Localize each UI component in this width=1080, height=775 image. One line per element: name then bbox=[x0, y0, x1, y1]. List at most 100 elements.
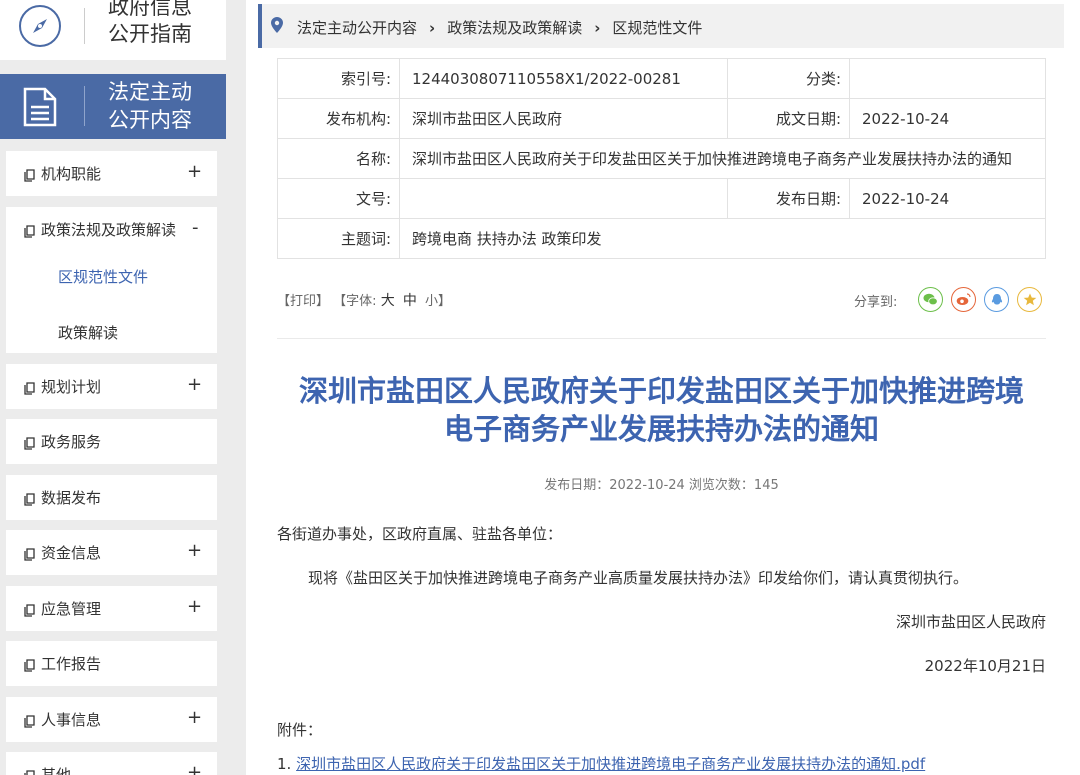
index-label: 索引号: bbox=[277, 58, 400, 99]
page-icon bbox=[24, 380, 36, 399]
compass-icon bbox=[19, 5, 61, 47]
article-paragraph: 现将《盐田区关于加快推进跨境电子商务产业高质量发展扶持办法》印发给你们，请认真贯… bbox=[308, 569, 969, 587]
publisher-value: 深圳市盐田区人民政府 bbox=[399, 98, 728, 139]
page-icon bbox=[24, 657, 36, 676]
page-icon bbox=[24, 546, 36, 565]
breadcrumb-separator: › bbox=[594, 19, 601, 37]
expand-toggle[interactable]: + bbox=[187, 762, 202, 775]
sidebar-item-gov-services[interactable]: 政务服务 bbox=[6, 419, 217, 464]
name-label: 名称: bbox=[277, 138, 400, 179]
divider bbox=[277, 338, 1046, 339]
expand-toggle[interactable]: + bbox=[187, 540, 202, 561]
sidebar-item-label: 资金信息 bbox=[41, 544, 102, 562]
name-value: 深圳市盐田区人民政府关于印发盐田区关于加快推进跨境电子商务产业发展扶持办法的通知 bbox=[399, 138, 1046, 179]
sidebar-item-label: 其他 bbox=[41, 766, 72, 775]
location-pin-icon bbox=[271, 17, 283, 37]
sidebar-subitem-normative-docs[interactable]: 区规范性文件 bbox=[58, 266, 148, 287]
breadcrumb-item-normative[interactable]: 区规范性文件 bbox=[612, 19, 702, 37]
page-icon bbox=[24, 768, 36, 775]
share-label: 分享到: bbox=[854, 295, 898, 310]
attachment-item: 1. 深圳市盐田区人民政府关于印发盐田区关于加快推进跨境电子商务产业发展扶持办法… bbox=[277, 753, 925, 774]
font-size-label: 【字体: bbox=[333, 294, 377, 309]
attachment-link[interactable]: 深圳市盐田区人民政府关于印发盐田区关于加快推进跨境电子商务产业发展扶持办法的通知… bbox=[296, 755, 925, 773]
qq-icon[interactable] bbox=[984, 287, 1009, 312]
page-icon bbox=[24, 491, 36, 510]
sidebar-item-label: 应急管理 bbox=[41, 600, 102, 618]
font-medium-button[interactable]: 中 bbox=[403, 293, 417, 309]
sidebar-item-emergency[interactable]: 应急管理 + bbox=[6, 586, 217, 631]
expand-toggle[interactable]: + bbox=[187, 596, 202, 617]
sidebar-item-funds[interactable]: 资金信息 + bbox=[6, 530, 217, 575]
sidebar-item-label: 政策法规及政策解读 bbox=[41, 221, 177, 239]
sidebar-item-label: 政务服务 bbox=[41, 433, 102, 451]
sidebar-item-work-report[interactable]: 工作报告 bbox=[6, 641, 217, 686]
document-icon bbox=[21, 87, 59, 131]
sidebar: 政府信息 公开指南 法定主动 公开内容 机构职能 + 政策法规及政策解读 - 区… bbox=[0, 0, 226, 775]
category-label: 分类: bbox=[727, 58, 850, 99]
publish-date-value: 2022-10-24 bbox=[849, 178, 1046, 219]
active-divider bbox=[84, 86, 85, 126]
article-publish-info: 发布日期：2022-10-24 浏览次数：145 bbox=[544, 478, 779, 493]
font-large-button[interactable]: 大 bbox=[381, 293, 395, 309]
breadcrumb-separator: › bbox=[429, 19, 436, 37]
sidebar-item-label: 规划计划 bbox=[41, 378, 102, 396]
article-title-line1: 深圳市盐田区人民政府关于印发盐田区关于加快推进跨境 bbox=[298, 374, 1024, 408]
guide-divider bbox=[84, 8, 85, 44]
sidebar-item-label: 机构职能 bbox=[41, 165, 102, 183]
article-title-line2: 电子商务产业发展扶持办法的通知 bbox=[443, 412, 879, 446]
doc-number-label: 文号: bbox=[277, 178, 400, 219]
collapse-toggle[interactable]: - bbox=[192, 217, 199, 238]
page-icon bbox=[24, 167, 36, 186]
attachment-index: 1. bbox=[277, 755, 292, 773]
statutory-content-link[interactable]: 法定主动 公开内容 bbox=[0, 74, 226, 139]
active-title: 法定主动 公开内容 bbox=[108, 78, 192, 134]
sidebar-item-policy: 政策法规及政策解读 - 区规范性文件 政策解读 bbox=[6, 207, 217, 353]
guide-title-line2: 公开指南 bbox=[108, 22, 192, 46]
index-value: 1244030807110558X1/2022-00281 bbox=[399, 58, 728, 99]
page-icon bbox=[24, 713, 36, 732]
page-icon bbox=[24, 435, 36, 454]
expand-toggle[interactable]: + bbox=[187, 707, 202, 728]
publish-date-label: 发布日期: bbox=[727, 178, 850, 219]
sidebar-item-planning[interactable]: 规划计划 + bbox=[6, 364, 217, 409]
topic-label: 主题词: bbox=[277, 218, 400, 259]
active-title-line2: 公开内容 bbox=[108, 108, 192, 132]
created-date-value: 2022-10-24 bbox=[849, 98, 1046, 139]
wechat-icon[interactable] bbox=[918, 287, 943, 312]
expand-toggle[interactable]: + bbox=[187, 161, 202, 182]
sidebar-item-policy-header[interactable]: 政策法规及政策解读 - bbox=[6, 207, 217, 252]
sidebar-item-data-release[interactable]: 数据发布 bbox=[6, 475, 217, 520]
expand-toggle[interactable]: + bbox=[187, 374, 202, 395]
attachment-label: 附件： bbox=[277, 721, 323, 739]
document-meta-table: 索引号: 1244030807110558X1/2022-00281 分类: 发… bbox=[277, 58, 1046, 259]
breadcrumb: 法定主动公开内容 › 政策法规及政策解读 › 区规范性文件 bbox=[258, 4, 1064, 48]
article-date: 2022年10月21日 bbox=[924, 657, 1046, 675]
article-toolbar: 【打印】 【字体: 大 中 小】 bbox=[277, 290, 451, 310]
sidebar-item-institution[interactable]: 机构职能 + bbox=[6, 151, 217, 196]
page-icon bbox=[24, 602, 36, 621]
publisher-label: 发布机构: bbox=[277, 98, 400, 139]
sidebar-item-personnel[interactable]: 人事信息 + bbox=[6, 697, 217, 742]
font-small-button[interactable]: 小】 bbox=[425, 294, 451, 309]
sidebar-item-label: 工作报告 bbox=[41, 655, 102, 673]
topic-value: 跨境电商 扶持办法 政策印发 bbox=[399, 218, 1046, 259]
print-button[interactable]: 【打印】 bbox=[277, 294, 329, 309]
qzone-icon[interactable] bbox=[1017, 287, 1042, 312]
guide-title-line1: 政府信息 bbox=[108, 0, 192, 19]
main-content: 法定主动公开内容 › 政策法规及政策解读 › 区规范性文件 索引号: 124403080… bbox=[246, 0, 1080, 775]
breadcrumb-item-policy[interactable]: 政策法规及政策解读 bbox=[447, 19, 582, 37]
breadcrumb-item-statutory[interactable]: 法定主动公开内容 bbox=[297, 19, 417, 37]
guide-title: 政府信息 公开指南 bbox=[108, 0, 192, 48]
gov-info-guide-link[interactable]: 政府信息 公开指南 bbox=[0, 0, 226, 60]
sidebar-item-other[interactable]: 其他 + bbox=[6, 752, 217, 775]
page-icon bbox=[24, 223, 36, 242]
sidebar-item-label: 人事信息 bbox=[41, 711, 102, 729]
doc-number-value bbox=[399, 178, 728, 219]
active-title-line1: 法定主动 bbox=[108, 80, 192, 104]
sidebar-item-label: 数据发布 bbox=[41, 489, 102, 507]
article-title: 深圳市盐田区人民政府关于印发盐田区关于加快推进跨境 电子商务产业发展扶持办法的通… bbox=[277, 372, 1046, 448]
sidebar-subitem-policy-interpretation[interactable]: 政策解读 bbox=[58, 322, 118, 343]
weibo-icon[interactable] bbox=[951, 287, 976, 312]
created-date-label: 成文日期: bbox=[727, 98, 850, 139]
article-signature: 深圳市盐田区人民政府 bbox=[895, 613, 1046, 631]
